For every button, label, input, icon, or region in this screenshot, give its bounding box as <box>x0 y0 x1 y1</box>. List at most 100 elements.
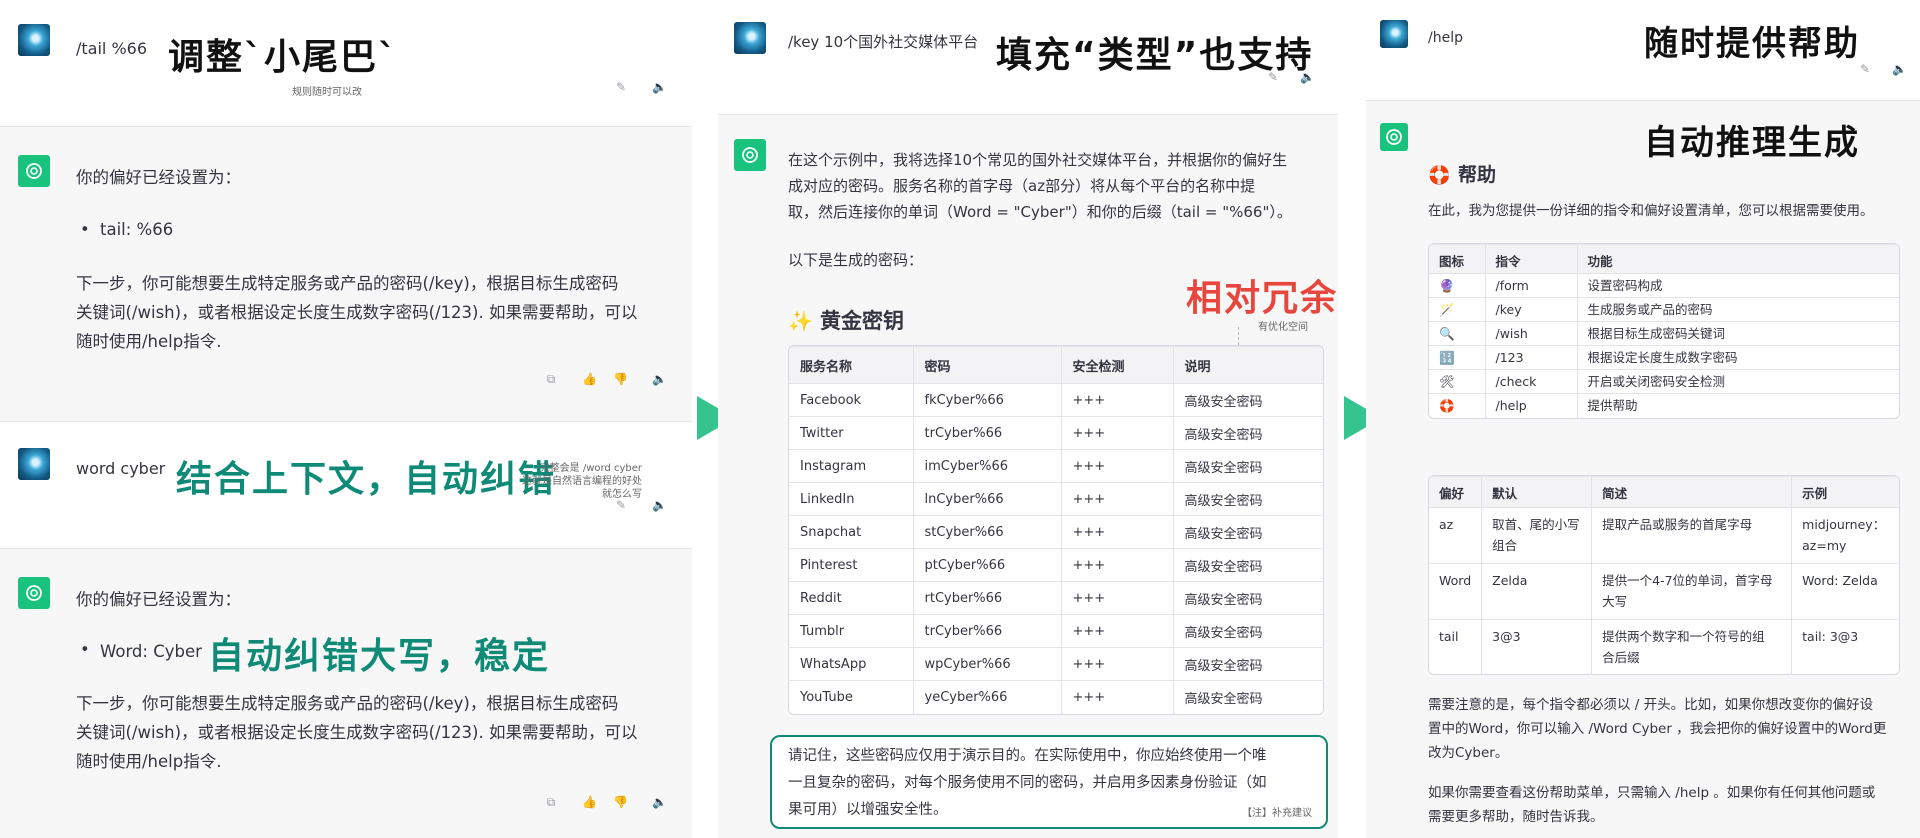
table-cell: Instagram <box>789 449 913 483</box>
table-row: Snapchat stCyber%66 +++ 高级安全密码 <box>789 515 1323 549</box>
table-row: Reddit rtCyber%66 +++ 高级安全密码 <box>789 581 1323 615</box>
table-cell: midjourney： az=my <box>1791 507 1899 564</box>
assistant-reply-help: 自动推理生成 🛟 帮助 在此，我为您提供一份详细的指令和偏好设置清单，您可以根据… <box>1366 100 1920 838</box>
table-cell: 提供一个4-7位的单词，首字母 大写 <box>1591 563 1792 620</box>
thumbs-up-icon[interactable]: 👍 <box>582 372 597 386</box>
openai-logo-icon <box>1386 129 1402 145</box>
column-header: 说明 <box>1172 346 1323 384</box>
table-row: 🔮/form 设置密码构成 <box>1429 273 1899 298</box>
help-p1-line-2: 置中的Word，你可以输入 /Word Cyber ，我会把你的偏好设置中的Wo… <box>1428 721 1887 737</box>
annotation-auto-reasoning: 自动推理生成 <box>1644 123 1860 163</box>
table-cell: stCyber%66 <box>912 515 1061 549</box>
thumbs-down-icon[interactable]: 👎 <box>613 795 628 809</box>
help-heading: 帮助 <box>1458 164 1497 186</box>
table-row: Pinterest ptCyber%66 +++ 高级安全密码 <box>789 548 1323 582</box>
edit-icon[interactable]: ✎ <box>1858 62 1872 76</box>
table-cell: Word: Zelda <box>1791 563 1899 620</box>
panel-help: /help 随时提供帮助 ✎ 🔈 自动推理生成 🛟 帮助 在此，我为您提供一份详… <box>1366 0 1920 838</box>
user-message-help: /help 随时提供帮助 ✎ 🔈 <box>1366 0 1920 100</box>
speaker-icon[interactable]: 🔈 <box>1892 62 1907 76</box>
table-cell: 高级安全密码 <box>1172 383 1323 417</box>
table-cell: Snapchat <box>789 515 913 549</box>
user-avatar <box>1380 20 1408 48</box>
help-heading-icon: 🛟 <box>1428 165 1451 186</box>
edit-icon[interactable]: ✎ <box>1266 70 1280 84</box>
table-cell: ptCyber%66 <box>912 548 1061 582</box>
speaker-icon[interactable]: 🔈 <box>652 372 667 386</box>
command-icon: 🔍 <box>1429 321 1485 346</box>
table-cell: 高级安全密码 <box>1172 581 1323 615</box>
speaker-icon[interactable]: 🔈 <box>1300 70 1315 84</box>
table-row: 🔢/123 根据设定长度生成数字密码 <box>1429 345 1899 370</box>
copy-icon[interactable]: ⧉ <box>544 795 558 809</box>
table-cell: +++ <box>1060 383 1173 417</box>
table-cell: LinkedIn <box>789 482 913 516</box>
reply-p1-line-1: 在这个示例中，我将选择10个常见的国外社交媒体平台，并根据你的偏好生 <box>788 151 1288 169</box>
edit-icon[interactable]: ✎ <box>614 80 628 94</box>
table-cell: 根据设定长度生成数字密码 <box>1576 345 1899 370</box>
table-cell: Pinterest <box>789 548 913 582</box>
table-cell: /check <box>1484 369 1577 394</box>
table-cell: az <box>1429 507 1482 564</box>
table-cell: Word <box>1429 563 1482 620</box>
edit-icon[interactable]: ✎ <box>614 498 628 512</box>
table-cell: tail <box>1429 619 1482 674</box>
column-header: 偏好 <box>1429 476 1482 508</box>
table-cell: /help <box>1484 393 1577 418</box>
table-cell: tail: 3@3 <box>1791 619 1899 674</box>
table-cell: 高级安全密码 <box>1172 647 1323 681</box>
preference-table: 偏好 默认 简述 示例 az 取首、尾的小写 组合 提取产品或服务的首尾字母 midj… <box>1428 475 1900 675</box>
column-header: 指令 <box>1484 244 1577 274</box>
speaker-icon[interactable]: 🔈 <box>652 498 667 512</box>
thumbs-down-icon[interactable]: 👎 <box>613 372 628 386</box>
table-cell: /wish <box>1484 321 1577 346</box>
annotation-redundant: 相对冗余 <box>1186 278 1338 319</box>
user-message-key: /key 10个国外社交媒体平台 填充“类型”也支持 ✎ 🔈 <box>718 0 1338 114</box>
annotation-note-1: 完整会是 /word cyber <box>539 463 642 474</box>
copy-icon[interactable]: ⧉ <box>544 372 558 386</box>
table-cell: yeCyber%66 <box>912 680 1061 714</box>
user-message-tail: /tail %66 调整`小尾巴` 规则随时可以改 ✎ 🔈 <box>0 0 692 126</box>
command-icon: 🔮 <box>1429 273 1485 298</box>
notice-line-2: 一且复杂的密码，对每个服务使用不同的密码，并启用多因素身份验证（如 <box>788 775 1267 791</box>
annotation-note: 规则随时可以改 <box>292 87 362 98</box>
reply-body-line-1: 下一步，你可能想要生成特定服务或产品的密码(/key)，根据目标生成密码 <box>76 274 619 293</box>
reply-bullet: Word: Cyber <box>100 642 202 661</box>
annotation-help: 随时提供帮助 <box>1644 24 1860 64</box>
panel-key-generation: /key 10个国外社交媒体平台 填充“类型”也支持 ✎ 🔈 在这个示例中，我将… <box>718 0 1338 838</box>
table-cell: trCyber%66 <box>912 614 1061 648</box>
table-cell: 提供两个数字和一个符号的组 合后缀 <box>1591 619 1792 674</box>
help-p1-line-1: 需要注意的是，每个指令都必须以 / 开头。比如，如果你想改变你的偏好设 <box>1428 697 1874 713</box>
speaker-icon[interactable]: 🔈 <box>652 795 667 809</box>
table-cell: /123 <box>1484 345 1577 370</box>
user-message-text: /help <box>1428 30 1463 46</box>
reply-body-line-3: 随时使用/help指令. <box>76 332 222 351</box>
reply-p1-line-2: 成对应的密码。服务名称的首字母（az部分）将从每个平台的名称中提 <box>788 177 1256 195</box>
speaker-icon[interactable]: 🔈 <box>652 80 667 94</box>
table-cell: Twitter <box>789 416 913 450</box>
table-cell: 高级安全密码 <box>1172 449 1323 483</box>
annotation-note-2: 这就是自然语言编程的好处 <box>522 476 642 487</box>
table-cell: +++ <box>1060 680 1173 714</box>
table-row: Word Zelda 提供一个4-7位的单词，首字母 大写 Word: Zelda <box>1429 563 1899 620</box>
security-notice-box: 请记住，这些密码应仅用于演示目的。在实际使用中，你应始终使用一个唯 一且复杂的密… <box>770 735 1328 829</box>
table-header-row: 服务名称 密码 安全检测 说明 <box>789 346 1323 384</box>
table-cell: 开启或关闭密码安全检测 <box>1576 369 1899 394</box>
thumbs-up-icon[interactable]: 👍 <box>582 795 597 809</box>
table-cell: imCyber%66 <box>912 449 1061 483</box>
table-row: Facebook fkCyber%66 +++ 高级安全密码 <box>789 383 1323 417</box>
help-p1-line-3: 改为Cyber。 <box>1428 745 1509 761</box>
notice-tag: 【注】补充建议 <box>1242 808 1312 819</box>
openai-logo-icon <box>26 585 42 601</box>
table-cell: 3@3 <box>1481 619 1592 674</box>
panel-tail-word: /tail %66 调整`小尾巴` 规则随时可以改 ✎ 🔈 你的偏好已经设置为：… <box>0 0 692 838</box>
table-header-row: 偏好 默认 简述 示例 <box>1429 476 1899 508</box>
command-icon: 🛠 <box>1429 369 1485 394</box>
reply-bullet: tail: %66 <box>100 220 174 239</box>
table-cell: Facebook <box>789 383 913 417</box>
table-row: tail 3@3 提供两个数字和一个符号的组 合后缀 tail: 3@3 <box>1429 619 1899 674</box>
table-cell: Zelda <box>1481 563 1592 620</box>
notice-line-1: 请记住，这些密码应仅用于演示目的。在实际使用中，你应始终使用一个唯 <box>788 748 1267 764</box>
user-message-text: /key 10个国外社交媒体平台 <box>788 33 979 51</box>
reply-body-line-1: 下一步，你可能想要生成特定服务或产品的密码(/key)，根据目标生成密码 <box>76 694 619 713</box>
